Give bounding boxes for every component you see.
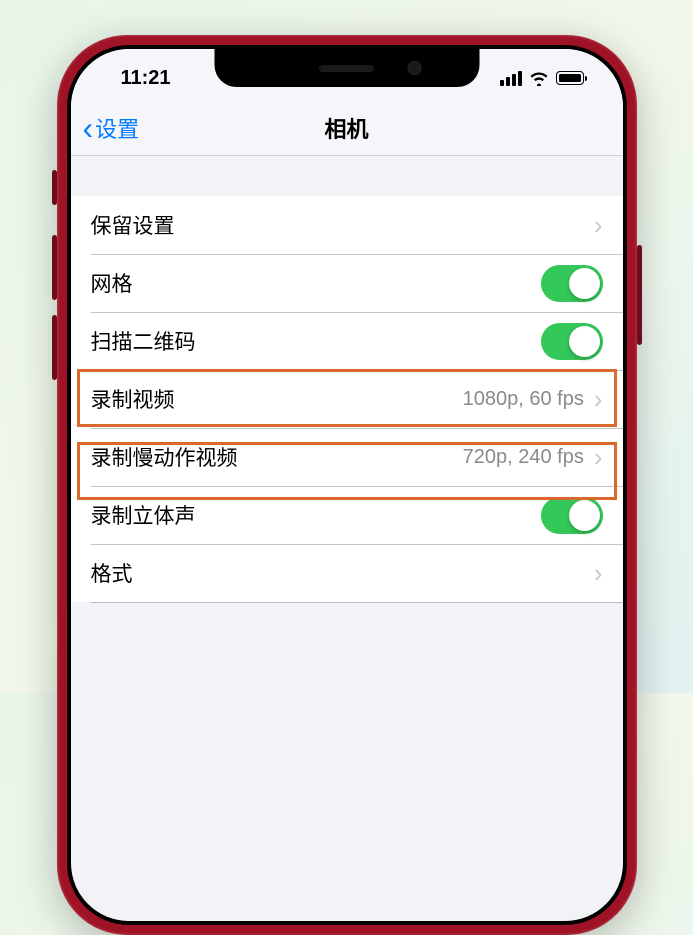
row-label: 扫描二维码 [91, 326, 196, 356]
front-camera [407, 61, 421, 75]
row-value: 1080p, 60 fps [463, 388, 584, 411]
row-record-video[interactable]: 录制视频 1080p, 60 fps › [71, 370, 623, 428]
cellular-signal-icon [500, 71, 522, 86]
chevron-right-icon: › [594, 384, 603, 415]
status-time: 11:21 [121, 67, 171, 90]
phone-frame: 11:21 [57, 35, 637, 935]
settings-content: 保留设置 › 网格 扫描二维码 [71, 196, 623, 602]
row-format[interactable]: 格式 › [71, 544, 623, 602]
grid-toggle[interactable] [541, 265, 603, 302]
chevron-right-icon: › [594, 442, 603, 473]
row-scan-qr: 扫描二维码 [71, 312, 623, 370]
qr-toggle[interactable] [541, 323, 603, 360]
row-label: 录制立体声 [91, 500, 196, 530]
mute-switch [52, 170, 57, 205]
chevron-left-icon: ‹ [83, 112, 94, 144]
back-label: 设置 [95, 112, 139, 144]
page-title: 相机 [324, 112, 368, 144]
volume-down-button [52, 315, 57, 380]
row-grid: 网格 [71, 254, 623, 312]
row-label: 格式 [91, 558, 133, 588]
row-stereo: 录制立体声 [71, 486, 623, 544]
row-label: 保留设置 [91, 210, 175, 240]
row-preserve-settings[interactable]: 保留设置 › [71, 196, 623, 254]
row-value: 720p, 240 fps [463, 446, 584, 469]
speaker [319, 65, 374, 72]
row-label: 网格 [91, 268, 133, 298]
row-label: 录制视频 [91, 384, 175, 414]
navigation-bar: ‹ 设置 相机 [71, 101, 623, 156]
wifi-icon [529, 71, 549, 86]
notch [214, 49, 479, 87]
row-label: 录制慢动作视频 [91, 442, 238, 472]
row-record-slomo[interactable]: 录制慢动作视频 720p, 240 fps › [71, 428, 623, 486]
back-button[interactable]: ‹ 设置 [71, 112, 140, 144]
phone-screen: 11:21 [71, 49, 623, 921]
battery-icon [556, 71, 587, 85]
power-button [637, 245, 642, 345]
chevron-right-icon: › [594, 210, 603, 241]
stereo-toggle[interactable] [541, 497, 603, 534]
chevron-right-icon: › [594, 558, 603, 589]
volume-up-button [52, 235, 57, 300]
settings-list: 保留设置 › 网格 扫描二维码 [71, 196, 623, 602]
